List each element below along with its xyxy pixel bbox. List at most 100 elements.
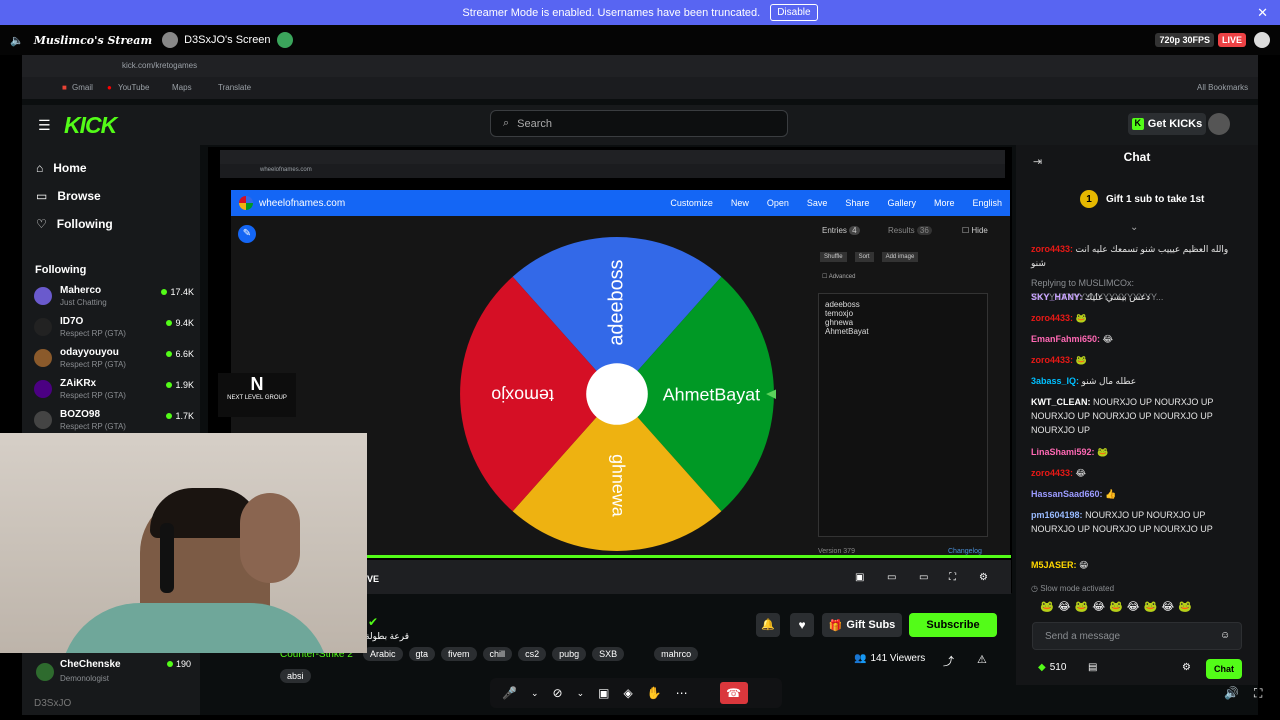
chevron-down-icon[interactable]: ⌄	[531, 688, 539, 699]
subscribe-button[interactable]: Subscribe	[909, 613, 997, 637]
nav-home[interactable]: ⌂ Home	[36, 161, 87, 175]
chat-username[interactable]: zoro4433:	[1031, 313, 1073, 323]
wheel-label-temoxjo: temoxjo	[491, 385, 554, 405]
tag[interactable]: absi	[280, 669, 311, 683]
disable-button[interactable]: Disable	[770, 4, 818, 21]
report-icon[interactable]: ⚠	[977, 653, 987, 666]
new-button[interactable]: New	[731, 198, 749, 208]
tag[interactable]: Arabic	[363, 647, 403, 661]
chat-username[interactable]: zoro4433:	[1031, 468, 1073, 478]
chat-send-button[interactable]: Chat	[1206, 659, 1242, 679]
gallery-button[interactable]: Gallery	[887, 198, 916, 208]
chat-username[interactable]: HassanSaad660:	[1031, 489, 1103, 499]
all-bookmarks[interactable]: All Bookmarks	[1197, 83, 1248, 92]
chat-username[interactable]: EmanFahmi650:	[1031, 334, 1100, 344]
share-icon[interactable]: ⤴	[943, 653, 954, 669]
hide-checkbox[interactable]: ☐ Hide	[962, 226, 988, 235]
chat-username[interactable]: SKY_HANY:	[1031, 292, 1082, 302]
theater-icon[interactable]: ▭	[887, 572, 896, 583]
chat-username[interactable]: zoro4433:	[1031, 355, 1073, 365]
points-display[interactable]: ◆ 510	[1038, 662, 1066, 673]
pip-icon[interactable]: ▣	[855, 572, 864, 583]
save-button[interactable]: Save	[807, 198, 828, 208]
gear-icon[interactable]: ⚙	[979, 572, 988, 583]
add-image-button[interactable]: Add image	[881, 252, 919, 262]
chat-username[interactable]: zoro4433:	[1031, 244, 1073, 254]
edit-icon[interactable]: ✎	[238, 225, 256, 243]
avatar[interactable]	[1208, 113, 1230, 135]
emote-bar[interactable]: 🐸😂🐸😂🐸😂🐸😂🐸	[1040, 600, 1240, 616]
soundboard-icon[interactable]: ✋	[647, 686, 662, 700]
shuffle-button[interactable]: Shuffle	[820, 252, 847, 262]
fullscreen-icon[interactable]: ⛶	[949, 572, 956, 583]
emote-icon: 🐸	[1097, 447, 1109, 457]
tag[interactable]: gta	[408, 647, 436, 661]
customize-button[interactable]: Customize	[670, 198, 713, 208]
screen-icon[interactable]: ▭	[919, 572, 928, 583]
activity-icon[interactable]: ◈	[623, 686, 632, 700]
following-item[interactable]: ID7O Respect RP (GTA) 9.4K	[34, 316, 194, 346]
tag[interactable]: chill	[482, 647, 513, 661]
chat-username[interactable]: M5JASER:	[1031, 560, 1077, 570]
nav-following[interactable]: ♡ Following	[36, 217, 113, 231]
bookmarks-bar: ■ Gmail ● YouTube Maps Translate All Boo…	[22, 77, 1258, 99]
pinned-chevron-icon[interactable]: ⌄	[1130, 222, 1138, 233]
nav-browse[interactable]: ▭ Browse	[36, 189, 101, 203]
chat-username[interactable]: pm1604198:	[1031, 510, 1083, 520]
gifter-name[interactable]: CheChenske	[60, 659, 121, 670]
camera-off-icon[interactable]: ⊘	[553, 686, 563, 700]
heart-icon[interactable]: ♥	[790, 613, 814, 637]
emoji-icon[interactable]: ☺	[1220, 630, 1230, 641]
wheel[interactable]: adeeboss AhmetBayat ghnewa temoxjo	[458, 235, 776, 553]
bookmark-gmail[interactable]: Gmail	[72, 83, 93, 92]
following-item[interactable]: odayyouyou Respect RP (GTA) 6.6K	[34, 347, 194, 377]
volume-icon[interactable]: 🔊	[1224, 686, 1239, 700]
open-button[interactable]: Open	[767, 198, 789, 208]
menu-icon[interactable]: ☰	[38, 117, 51, 134]
bookmark-translate[interactable]: Translate	[218, 83, 251, 92]
more-icon[interactable]: ⋯	[676, 686, 688, 700]
video-progress-bar[interactable]	[365, 555, 1011, 558]
leave-call-button[interactable]: ☎	[719, 682, 748, 704]
bookmark-maps[interactable]: Maps	[172, 83, 192, 92]
get-kicks-button[interactable]: K Get KICKs	[1128, 113, 1206, 135]
bell-icon[interactable]: 🔔	[756, 613, 780, 637]
chat-username[interactable]: LinaShami592:	[1031, 447, 1095, 457]
following-item[interactable]: ZAiKRx Respect RP (GTA) 1.9K	[34, 378, 194, 408]
language-button[interactable]: English	[972, 198, 1002, 208]
gear-icon[interactable]: ⚙	[1182, 662, 1191, 673]
entries-textarea[interactable]: adeeboss temoxjo ghnewa AhmetBayat	[818, 293, 988, 537]
tab-results[interactable]: Results 36	[888, 226, 932, 235]
chat-username[interactable]: 3abass_IQ:	[1031, 376, 1079, 386]
changelog-link[interactable]: Changelog	[948, 548, 982, 555]
gift-sub-banner[interactable]: 1 Gift 1 sub to take 1st	[1080, 190, 1204, 208]
tag[interactable]: fivem	[441, 647, 477, 661]
close-icon[interactable]: ✕	[1257, 5, 1268, 21]
avatar[interactable]	[1254, 32, 1270, 48]
tag[interactable]: pubg	[552, 647, 587, 661]
chat-username[interactable]: KWT_CLEAN:	[1031, 397, 1091, 407]
sort-button[interactable]: Sort	[854, 252, 874, 262]
advanced-checkbox[interactable]: ☐ Advanced	[822, 273, 855, 280]
store-icon[interactable]: ▤	[1088, 662, 1097, 673]
chat-input[interactable]: Send a message	[1032, 622, 1242, 650]
share-button[interactable]: Share	[845, 198, 869, 208]
more-button[interactable]: More	[934, 198, 955, 208]
fullscreen-icon[interactable]: ⛶	[1254, 686, 1262, 701]
microphone-icon[interactable]: 🎤	[502, 686, 517, 700]
kick-logo[interactable]: KICK	[64, 112, 117, 139]
tag[interactable]: cs2	[518, 647, 547, 661]
tab-entries[interactable]: Entries 4	[822, 226, 860, 235]
browser-address-bar[interactable]: kick.com/kretogames	[22, 55, 1258, 77]
volume-icon[interactable]: 🔈	[10, 34, 24, 47]
tag[interactable]: SXB	[592, 647, 625, 661]
stream-tab-d3sxjo[interactable]: D3SxJO's Screen	[162, 32, 293, 48]
bookmark-youtube[interactable]: YouTube	[118, 83, 149, 92]
gift-subs-button[interactable]: 🎁 Gift Subs	[822, 613, 902, 637]
following-item[interactable]: Maherco Just Chatting 17.4K	[34, 285, 194, 315]
tag[interactable]: mahrco	[654, 647, 699, 661]
share-screen-icon[interactable]: ▣	[598, 686, 609, 700]
chevron-down-icon[interactable]: ⌄	[577, 688, 585, 699]
stream-tab-muslimco[interactable]: Muslimco's Stream	[34, 34, 152, 47]
search-input[interactable]: ⌕ Search	[490, 110, 788, 137]
